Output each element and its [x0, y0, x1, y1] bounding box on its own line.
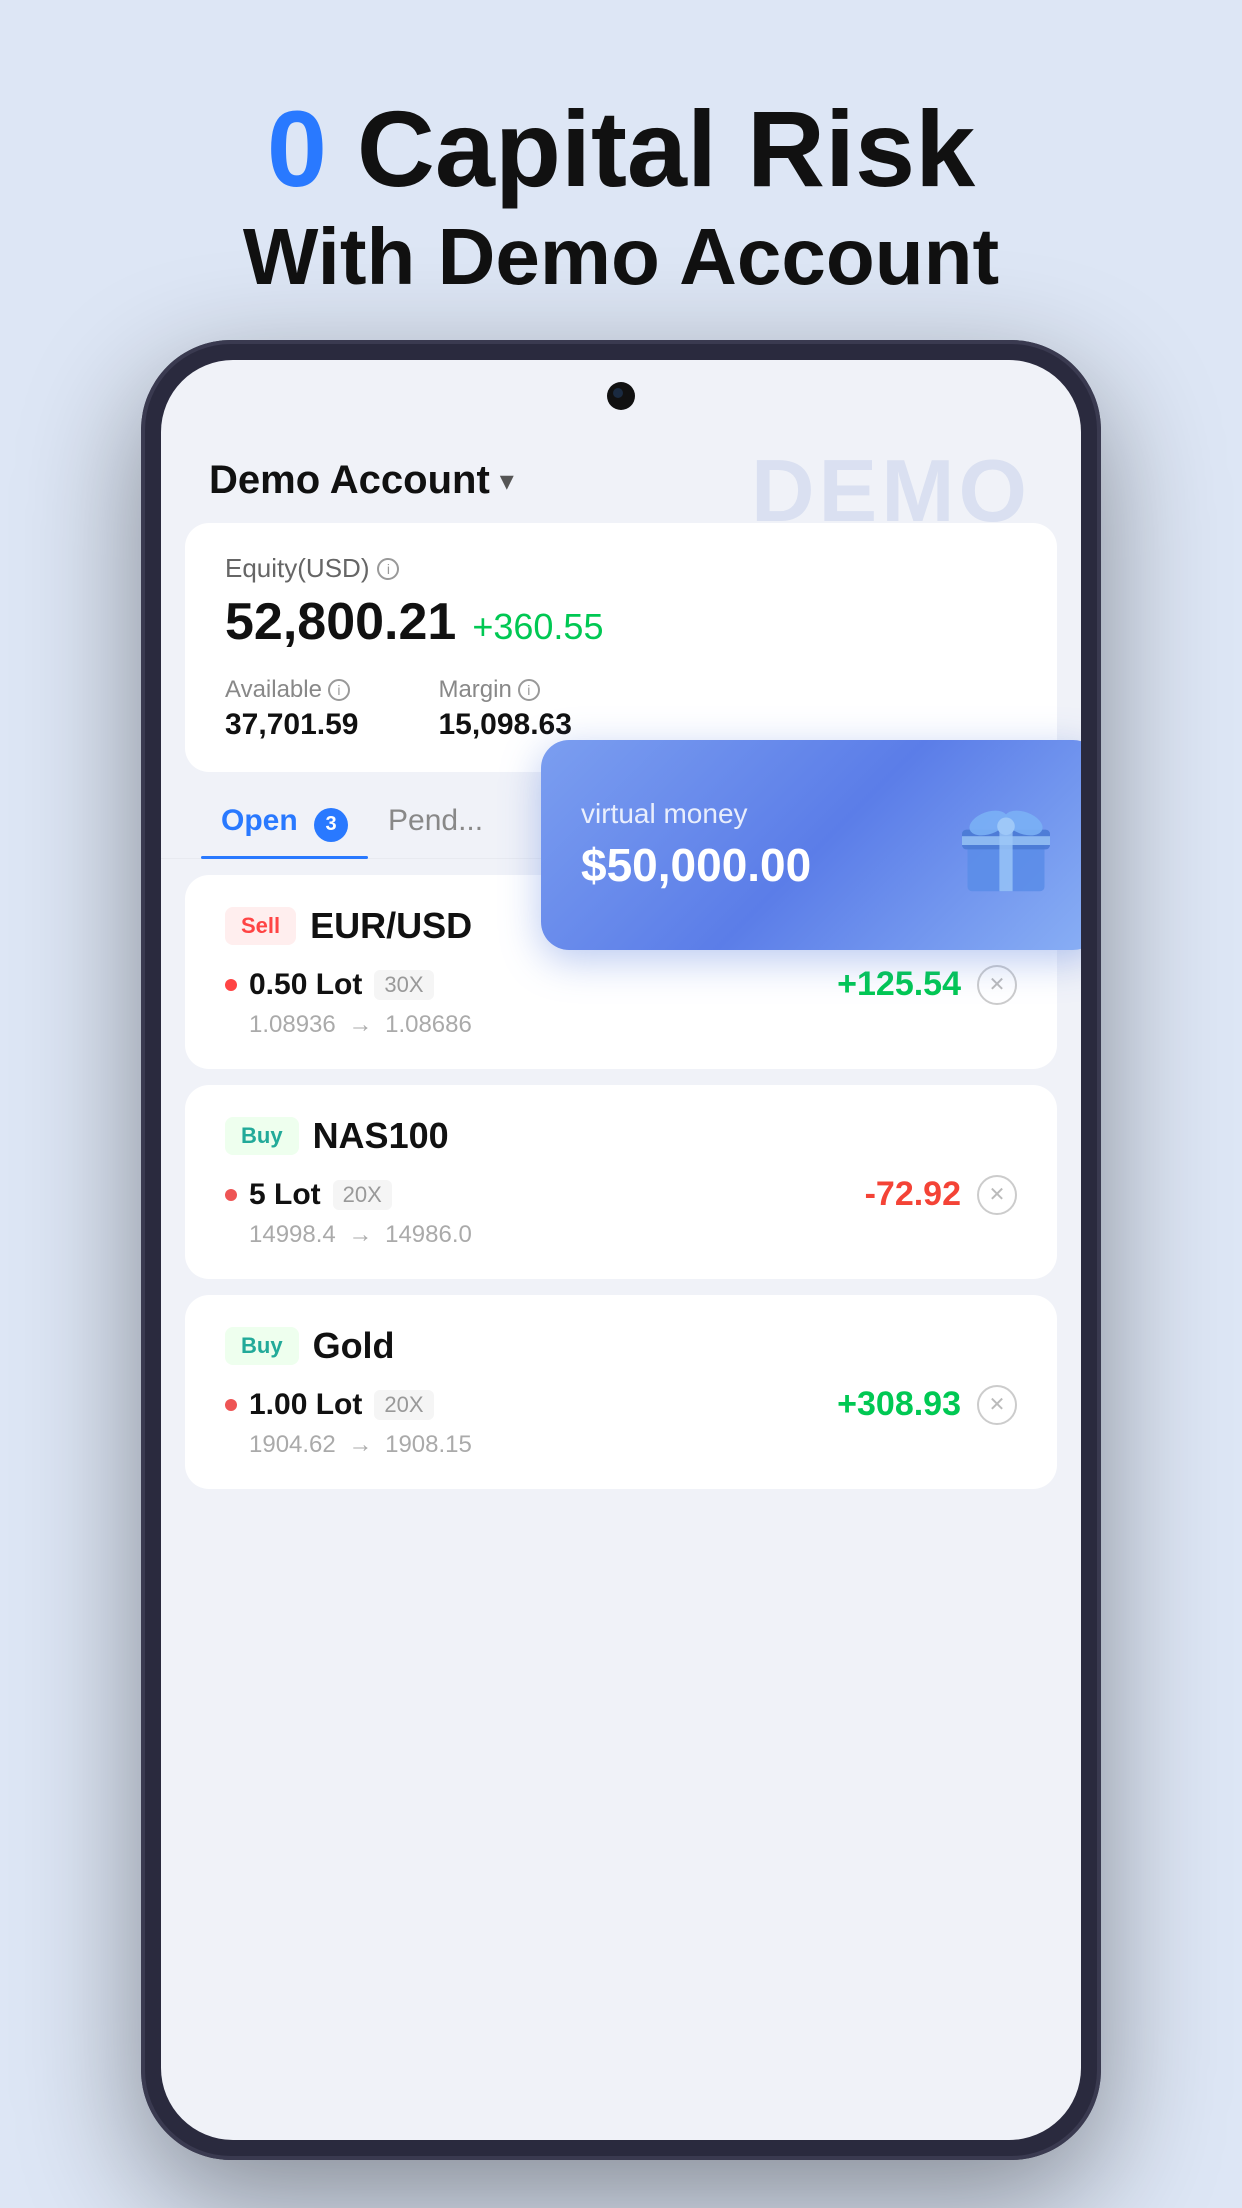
trade-type-buy-gold: Buy: [225, 1327, 299, 1365]
screen-content: Demo Account ▾ DEMO Equity(USD) i 52,800…: [161, 430, 1081, 2140]
demo-header: Demo Account ▾ DEMO: [161, 430, 1081, 523]
equity-change: +360.55: [472, 606, 603, 648]
chevron-down-icon[interactable]: ▾: [500, 464, 514, 497]
subheadline: With Demo Account: [0, 209, 1242, 305]
equity-info-icon[interactable]: i: [377, 558, 399, 580]
trade-leverage-gold: 20X: [374, 1390, 433, 1420]
available-info-icon[interactable]: i: [328, 679, 350, 701]
demo-watermark: DEMO: [751, 440, 1031, 542]
available-item: Available i 37,701.59: [225, 676, 358, 742]
virtual-card-label: virtual money: [581, 798, 811, 830]
trade-leverage-eurusd: 30X: [374, 970, 433, 1000]
virtual-money-card: virtual money $50,000.00: [541, 740, 1081, 950]
trade-row-eurusd: 0.50 Lot 30X +125.54 ✕: [225, 965, 1017, 1005]
trade-prices-gold: 1904.62 → 1908.15: [249, 1431, 1017, 1459]
virtual-card-amount: $50,000.00: [581, 838, 811, 892]
trade-header-gold: Buy Gold: [225, 1325, 1017, 1367]
headline-rest: Capital Risk: [327, 88, 975, 209]
trade-header-nas100: Buy NAS100: [225, 1115, 1017, 1157]
phone-screen: Demo Account ▾ DEMO Equity(USD) i 52,800…: [161, 360, 1081, 2140]
tab-pending-label: Pend...: [388, 804, 483, 837]
tab-pending[interactable]: Pend...: [368, 788, 503, 858]
camera-notch: [607, 382, 635, 410]
gift-icon: [951, 790, 1061, 900]
equity-label-text: Equity(USD): [225, 553, 369, 584]
demo-account-title: Demo Account: [209, 458, 490, 503]
available-label: Available i: [225, 676, 358, 704]
headline: 0 Capital Risk: [0, 90, 1242, 209]
margin-label: Margin i: [438, 676, 571, 704]
available-value: 37,701.59: [225, 708, 358, 742]
tab-open[interactable]: Open 3: [201, 788, 368, 858]
trade-prices-eurusd: 1.08936 → 1.08686: [249, 1011, 1017, 1039]
close-trade-eurusd[interactable]: ✕: [977, 965, 1017, 1005]
trade-left-gold: 1.00 Lot 20X: [225, 1388, 434, 1422]
trade-symbol-eurusd: EUR/USD: [310, 905, 472, 947]
close-trade-gold[interactable]: ✕: [977, 1385, 1017, 1425]
trade-type-buy-nas: Buy: [225, 1117, 299, 1155]
trade-row-gold: 1.00 Lot 20X +308.93 ✕: [225, 1385, 1017, 1425]
virtual-card-text: virtual money $50,000.00: [581, 798, 811, 892]
trade-symbol-gold: Gold: [313, 1325, 395, 1367]
trade-pnl-nas100: -72.92: [865, 1175, 961, 1214]
close-trade-nas100[interactable]: ✕: [977, 1175, 1017, 1215]
trade-card-gold: Buy Gold 1.00 Lot 20X +308.93 ✕: [185, 1295, 1057, 1489]
equity-label: Equity(USD) i: [225, 553, 1017, 584]
trade-prices-nas100: 14998.4 → 14986.0: [249, 1221, 1017, 1249]
trade-dot-gold: [225, 1399, 237, 1411]
zero-highlight: 0: [267, 88, 327, 209]
trade-left-eurusd: 0.50 Lot 30X: [225, 968, 434, 1002]
hero-title: 0 Capital Risk With Demo Account: [0, 0, 1242, 335]
trade-left-nas100: 5 Lot 20X: [225, 1178, 392, 1212]
tab-open-label: Open: [221, 804, 298, 837]
margin-info-icon[interactable]: i: [518, 679, 540, 701]
trade-lot-gold: 1.00 Lot: [249, 1388, 362, 1422]
equity-value-row: 52,800.21 +360.55: [225, 592, 1017, 652]
tab-open-badge: 3: [314, 808, 348, 842]
margin-item: Margin i 15,098.63: [438, 676, 571, 742]
trade-pnl-gold: +308.93: [837, 1385, 961, 1424]
phone-frame: Demo Account ▾ DEMO Equity(USD) i 52,800…: [141, 340, 1101, 2160]
trade-row-nas100: 5 Lot 20X -72.92 ✕: [225, 1175, 1017, 1215]
trade-type-sell: Sell: [225, 907, 296, 945]
account-card: Equity(USD) i 52,800.21 +360.55 Availabl…: [185, 523, 1057, 772]
phone-wrapper: Demo Account ▾ DEMO Equity(USD) i 52,800…: [141, 340, 1101, 2160]
trade-leverage-nas100: 20X: [333, 1180, 392, 1210]
trade-dot-eurusd: [225, 979, 237, 991]
trade-pnl-eurusd: +125.54: [837, 965, 961, 1004]
equity-amount: 52,800.21: [225, 592, 456, 652]
hero-section: 0 Capital Risk With Demo Account: [0, 0, 1242, 335]
trade-lot-eurusd: 0.50 Lot: [249, 968, 362, 1002]
trade-dot-nas100: [225, 1189, 237, 1201]
trade-card-nas100: Buy NAS100 5 Lot 20X -72.92 ✕: [185, 1085, 1057, 1279]
trade-symbol-nas100: NAS100: [313, 1115, 449, 1157]
margin-value: 15,098.63: [438, 708, 571, 742]
account-sub-row: Available i 37,701.59 Margin i 15,098.63: [225, 676, 1017, 742]
trade-lot-nas100: 5 Lot: [249, 1178, 321, 1212]
